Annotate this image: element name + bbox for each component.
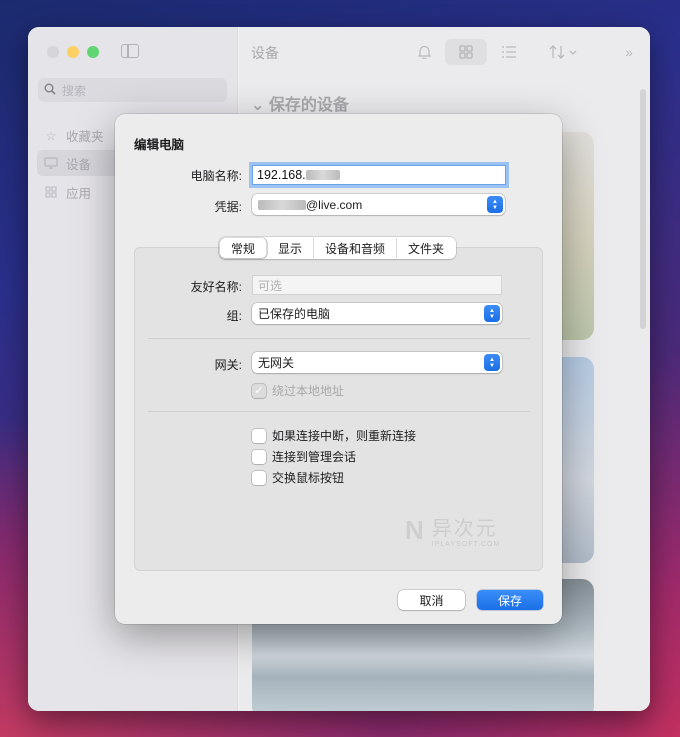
group-value: 已保存的电脑	[258, 307, 331, 321]
redacted-text	[258, 199, 306, 210]
divider	[148, 338, 530, 339]
cancel-button[interactable]: 取消	[398, 590, 465, 610]
watermark-en: IPLAYSOFT.COM	[431, 541, 501, 548]
tab-general[interactable]: 常规	[220, 238, 268, 258]
edit-pc-dialog: 编辑电脑 电脑名称: 192.168. 凭据: @live.com ▲ ▼ 常规 …	[115, 114, 562, 624]
reconnect-checkbox[interactable]: 如果连接中断，则重新连接	[252, 427, 416, 444]
friendly-name-field[interactable]: 可选	[252, 275, 502, 295]
redacted-text	[305, 170, 340, 180]
tab-display[interactable]: 显示	[267, 238, 315, 258]
save-button[interactable]: 保存	[477, 590, 543, 610]
pc-name-field[interactable]: 192.168.	[252, 165, 506, 185]
divider	[148, 411, 530, 412]
reconnect-label: 如果连接中断，则重新连接	[272, 429, 417, 443]
watermark-cn: 异次元	[431, 518, 498, 540]
credentials-value: @live.com	[306, 197, 363, 212]
tab-bar: 常规 显示 设备和音频 文件夹	[219, 237, 457, 259]
credentials-label: 凭据:	[214, 200, 242, 214]
admin-session-label: 连接到管理会话	[272, 450, 357, 464]
pc-name-label: 电脑名称:	[190, 169, 242, 183]
admin-session-checkbox[interactable]: 连接到管理会话	[252, 448, 356, 465]
checkmark-icon: ✓	[252, 383, 266, 398]
watermark: N 异次元 IPLAYSOFT.COM	[405, 512, 501, 549]
gateway-select[interactable]: 无网关 ▲ ▼	[252, 352, 502, 373]
credentials-select[interactable]: @live.com ▲ ▼	[252, 194, 505, 215]
popup-arrows-icon: ▲ ▼	[484, 305, 500, 322]
checkbox[interactable]	[252, 428, 266, 443]
friendly-name-label: 友好名称:	[190, 280, 242, 294]
gateway-value: 无网关	[258, 356, 295, 370]
checkbox[interactable]	[252, 470, 266, 485]
group-select[interactable]: 已保存的电脑 ▲ ▼	[252, 303, 502, 324]
gateway-label: 网关:	[214, 358, 242, 372]
bypass-local-label: 绕过本地地址	[272, 384, 345, 398]
popup-arrows-icon: ▲ ▼	[487, 196, 503, 213]
checkbox[interactable]	[252, 449, 266, 464]
popup-arrows-icon: ▲ ▼	[484, 354, 500, 371]
watermark-logo-icon: N	[405, 514, 424, 545]
friendly-name-placeholder: 可选	[258, 278, 283, 293]
group-label: 组:	[226, 309, 242, 323]
tab-folders[interactable]: 文件夹	[397, 238, 455, 258]
swap-mouse-checkbox[interactable]: 交换鼠标按钮	[252, 469, 344, 486]
bypass-local-checkbox[interactable]: ✓ 绕过本地地址	[252, 382, 344, 399]
dialog-title: 编辑电脑	[134, 138, 185, 152]
pc-name-value: 192.168.	[257, 168, 306, 182]
tab-devices-audio[interactable]: 设备和音频	[314, 238, 398, 258]
swap-mouse-label: 交换鼠标按钮	[272, 471, 345, 485]
